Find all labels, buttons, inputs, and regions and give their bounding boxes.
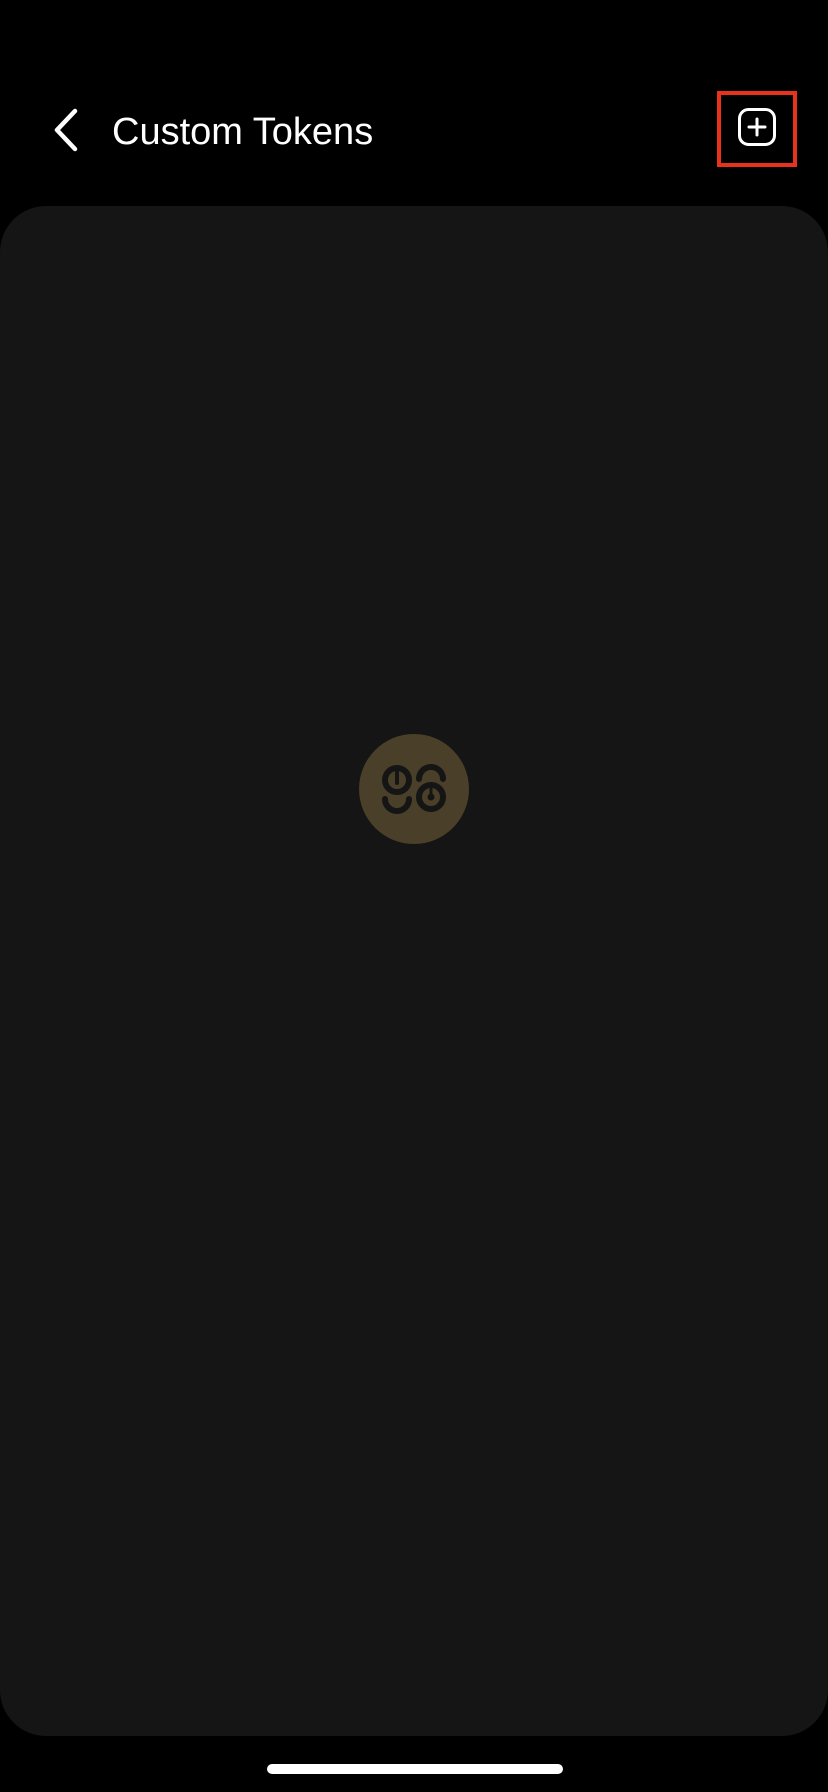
back-button[interactable] [40,106,92,158]
navigation-header: Custom Tokens [0,88,828,176]
home-indicator[interactable] [267,1764,563,1774]
token-list-card [0,206,828,1736]
page-title: Custom Tokens [112,111,374,153]
app-logo-icon [377,757,451,822]
add-token-button[interactable] [717,91,797,167]
chevron-left-icon [51,107,81,158]
plus-square-icon [737,107,777,152]
loading-indicator [359,734,469,844]
